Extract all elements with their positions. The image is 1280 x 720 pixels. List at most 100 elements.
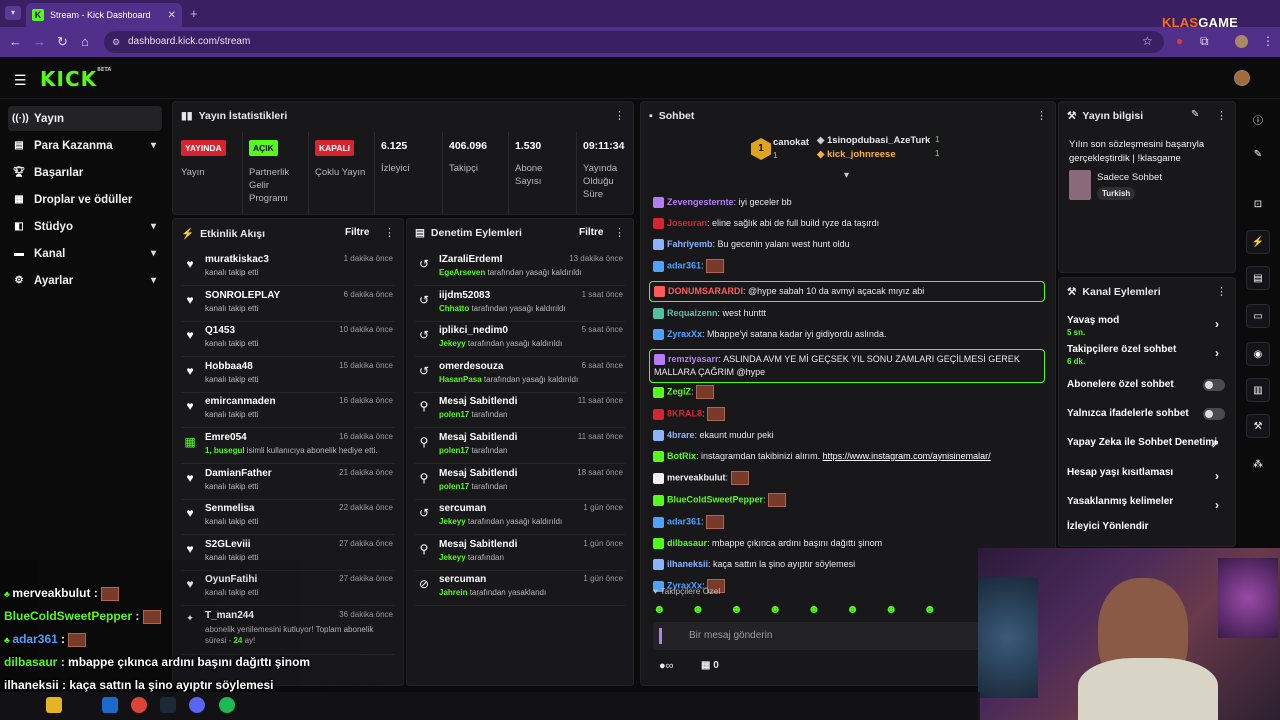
points-counter[interactable]: ▦ 0	[701, 660, 719, 671]
moderation-row[interactable]: ⚲ Mesaj Sabitlendi polen17 tarafından 11 sa…	[415, 429, 625, 464]
activity-row[interactable]: ♥ DamianFather kanalı takip etti 21 dakika …	[181, 465, 395, 500]
sidebar-item-para-kazanma[interactable]: ▤ Para Kazanma ▾	[8, 133, 162, 158]
moderation-filter-button[interactable]: Filtre	[579, 227, 603, 238]
emote-icon[interactable]: ☻	[730, 602, 743, 616]
sidebar-item-droplar[interactable]: ▦ Droplar ve ödüller	[8, 187, 162, 212]
activity-row[interactable]: ♥ Hobbaa48 kanalı takip etti 15 dakika önce	[181, 358, 395, 393]
extension-red-icon[interactable]: ●	[1176, 34, 1183, 48]
outlook-icon[interactable]	[102, 697, 118, 713]
emote-icon[interactable]: ☻	[808, 602, 821, 616]
sidebar-item-kanal[interactable]: ▬ Kanal ▾	[8, 241, 162, 266]
people-icon[interactable]: ●∞	[659, 660, 674, 672]
activity-row[interactable]: ♥ Q1453 kanalı takip etti 10 dakika önce	[181, 322, 395, 358]
activity-row[interactable]: ♥ Senmelisa kanalı takip etti 22 dakika önc…	[181, 500, 395, 536]
discord-icon[interactable]	[189, 697, 205, 713]
moderation-row[interactable]: ⚲ Mesaj Sabitlendi polen17 tarafından 18 sa…	[415, 465, 625, 500]
sidebar-item-basarilar[interactable]: 🏆︎ Başarılar	[8, 160, 162, 185]
chrome-icon[interactable]	[131, 697, 147, 713]
sidebar-item-studyo[interactable]: ◧ Stüdyo ▾	[8, 214, 162, 239]
chat-message[interactable]: Joseuran: eline sağlık abi de full build…	[653, 217, 1049, 230]
broadcast-icon[interactable]: ◉	[1246, 342, 1270, 366]
profile-avatar-icon[interactable]	[1235, 35, 1248, 48]
activity-row[interactable]: ♥ muratkiskac3 kanalı takip etti 1 dakika ö…	[181, 251, 395, 286]
moderation-row[interactable]: ↺ omerdesouza HasanPasa tarafından yasağı …	[415, 358, 625, 393]
top-gifter-2[interactable]: ◆ 1sinopdubasi_AzeTurk	[817, 135, 930, 146]
site-info-icon[interactable]: ⚙	[112, 31, 120, 53]
edit-pencil-icon[interactable]: ✎	[1191, 109, 1199, 120]
top-gifter-3[interactable]: ◆ kick_johnreese	[817, 149, 896, 160]
file-explorer-icon[interactable]	[46, 697, 62, 713]
chat-message[interactable]: BlueColdSweetPepper:	[653, 493, 1049, 507]
forward-icon[interactable]: →	[33, 34, 46, 49]
emote-icon[interactable]: ☻	[653, 602, 666, 616]
browser-menu-icon[interactable]: ⋮	[1262, 34, 1274, 48]
chat-menu-icon[interactable]: ⋮	[1036, 109, 1047, 122]
chat-message[interactable]: Requaizenn: west hunttt	[653, 307, 1049, 320]
moderation-row[interactable]: ↺ iplikci_nedim0 Jekeyy tarafından yasağı …	[415, 322, 625, 358]
activity-row[interactable]: ▦ Emre054 1, busegul isimli kullanıcıya ab…	[181, 429, 395, 464]
slow-mode-item[interactable]: Yavaş mod 5 sn. ›	[1067, 315, 1227, 337]
info-icon[interactable]: ⓘ	[1246, 107, 1270, 131]
tab-search-button[interactable]: ▾	[5, 6, 21, 20]
chat-icon[interactable]: ▭	[1246, 304, 1270, 328]
emote-icon[interactable]: ☻	[692, 602, 705, 616]
back-icon[interactable]: ←	[9, 34, 22, 49]
subscribers-only-toggle[interactable]	[1203, 379, 1225, 391]
emotes-only-toggle[interactable]	[1203, 408, 1225, 420]
chat-link[interactable]: https://www.instagram.com/aynisinemalar/	[823, 451, 991, 461]
home-icon[interactable]: ⌂	[81, 34, 89, 49]
new-tab-button[interactable]: +	[190, 6, 198, 21]
steam-icon[interactable]	[160, 697, 176, 713]
layout-icon[interactable]: ▥	[1246, 378, 1270, 402]
followers-only-item[interactable]: Takipçilere özel sohbet 6 dk. ›	[1067, 344, 1227, 366]
hamburger-menu-icon[interactable]: ☰	[14, 72, 27, 89]
chat-message[interactable]: ZyraxXx: Mbappe'yi satana kadar iyi gidi…	[653, 328, 1049, 341]
moderation-menu-icon[interactable]: ⋮	[614, 226, 625, 239]
spotify-icon[interactable]	[219, 697, 235, 713]
account-age-item[interactable]: Hesap yaşı kısıtlaması ›	[1067, 467, 1227, 483]
emote-icon[interactable]: ☻	[885, 602, 898, 616]
chat-message[interactable]: adar361:	[653, 259, 1049, 273]
moderation-row[interactable]: ↺ iijdm52083 Chhatto tarafından yasağı kal…	[415, 287, 625, 322]
activity-filter-button[interactable]: Filtre	[345, 227, 369, 238]
sidebar-item-yayin[interactable]: ((·)) Yayın	[8, 106, 162, 131]
emote-icon[interactable]: ☻	[923, 602, 936, 616]
channel-actions-menu-icon[interactable]: ⋮	[1216, 285, 1227, 298]
bolt-icon[interactable]: ⚡	[1246, 230, 1270, 254]
close-tab-icon[interactable]: ✕	[168, 10, 176, 21]
chat-message[interactable]: 4brare: ekaunt mudur peki	[653, 429, 1049, 442]
wrench-icon[interactable]: ⚒	[1246, 414, 1270, 438]
moderation-row[interactable]: ⚲ Mesaj Sabitlendi Jekeyy tarafından 1 gün …	[415, 536, 625, 571]
pencil-icon[interactable]: ✎	[1246, 142, 1270, 166]
emote-icon[interactable]: ☻	[846, 602, 859, 616]
chat-message[interactable]: adar361:	[653, 515, 1049, 529]
focus-icon[interactable]: ⊡	[1246, 192, 1270, 216]
emote-icon[interactable]: ☻	[769, 602, 782, 616]
extensions-icon[interactable]: ⧉	[1200, 34, 1209, 49]
chat-message[interactable]: Zevengesternte: iyi geceler bb	[653, 196, 1049, 209]
chat-message[interactable]: merveakbulut:	[653, 471, 1049, 485]
kick-logo[interactable]: KICKBETA	[40, 67, 111, 91]
activity-menu-icon[interactable]: ⋮	[384, 226, 395, 239]
activity-row[interactable]: ♥ SONROLEPLAY kanalı takip etti 6 dakika ön…	[181, 287, 395, 322]
chat-message[interactable]: 8KRAL8:	[653, 407, 1049, 421]
category-name[interactable]: Sadece Sohbet	[1097, 172, 1162, 183]
moderation-row[interactable]: ↺ IZaraliErdemI EgeArseven tarafından yasa…	[415, 251, 625, 286]
stream-info-menu-icon[interactable]: ⋮	[1216, 109, 1227, 122]
document-icon[interactable]: ▤	[1246, 266, 1270, 290]
expand-icon[interactable]: ▾	[844, 170, 849, 181]
moderation-row[interactable]: ⊘ sercuman Jahrein tarafından yasaklandı 1 …	[415, 571, 625, 607]
sidebar-item-ayarlar[interactable]: ⚙ Ayarlar ▾	[8, 268, 162, 293]
moderation-row[interactable]: ⚲ Mesaj Sabitlendi polen17 tarafından 11 sa…	[415, 393, 625, 429]
activity-row[interactable]: ♥ emircanmaden kanalı takip etti 16 dakika …	[181, 393, 395, 429]
chat-message[interactable]: ZegiZ:	[653, 385, 1049, 399]
ai-moderation-item[interactable]: Yapay Zeka ile Sohbet Denetimi ⇗	[1067, 437, 1227, 450]
stats-menu-icon[interactable]: ⋮	[614, 109, 625, 122]
reload-icon[interactable]: ↻	[57, 34, 68, 50]
chat-message[interactable]: BotRix: instagramdan takibinizi alırım. …	[653, 450, 1049, 463]
users-icon[interactable]: ⁂	[1246, 452, 1270, 476]
url-field[interactable]: ⚙ dashboard.kick.com/stream	[104, 31, 1164, 53]
bookmark-star-icon[interactable]: ☆	[1142, 34, 1153, 48]
moderation-row[interactable]: ↺ sercuman Jekeyy tarafından yasağı kaldır…	[415, 500, 625, 536]
chat-message[interactable]: remziyasarr: ASLINDA AVM YE Mİ GEÇSEK YI…	[649, 349, 1045, 383]
